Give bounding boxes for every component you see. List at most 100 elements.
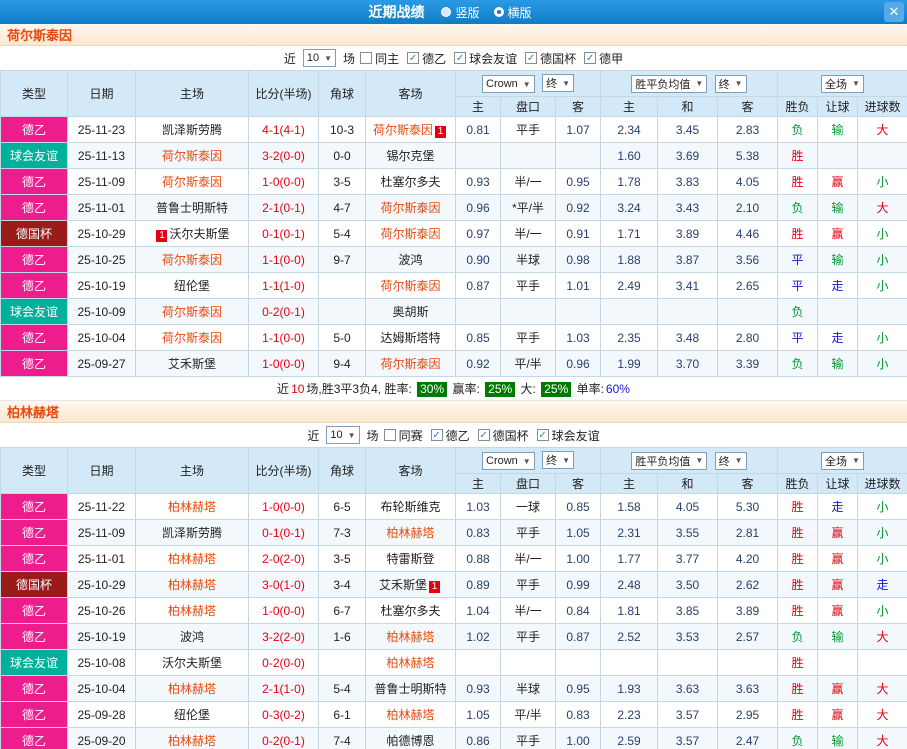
team-name[interactable]: 荷尔斯泰因 — [380, 201, 440, 215]
away-team[interactable]: 帕德博恩 — [365, 727, 456, 749]
team-name[interactable]: 荷尔斯泰因 — [162, 331, 222, 345]
home-team[interactable]: 普鲁士明斯特 — [135, 194, 249, 221]
home-team[interactable]: 荷尔斯泰因 — [135, 324, 249, 351]
home-team[interactable]: 凯泽斯劳腾 — [135, 519, 249, 546]
away-team[interactable]: 柏林赫塔 — [365, 519, 456, 546]
away-team[interactable]: 荷尔斯泰因 1 — [365, 116, 456, 143]
away-team[interactable]: 荷尔斯泰因 — [365, 194, 456, 221]
team-name[interactable]: 荷尔斯泰因 — [373, 123, 433, 137]
team-name[interactable]: 柏林赫塔 — [386, 526, 434, 540]
checkbox-checked-icon[interactable]: ✓ — [584, 52, 597, 64]
team-name[interactable]: 纽伦堡 — [174, 708, 210, 722]
team-name[interactable]: 杜塞尔多夫 — [380, 604, 440, 618]
away-team[interactable]: 荷尔斯泰因 — [365, 350, 456, 377]
team-name[interactable]: 特雷斯登 — [386, 552, 434, 566]
away-team[interactable]: 锡尔克堡 — [365, 142, 456, 169]
home-team[interactable]: 波鸿 — [135, 623, 249, 650]
filter-checkbox[interactable]: ✓ 德乙 — [430, 427, 470, 444]
team-name[interactable]: 布轮斯维克 — [380, 500, 440, 514]
checkbox-checked-icon[interactable]: ✓ — [536, 429, 549, 441]
filter-checkbox[interactable]: ✓ 德甲 — [584, 50, 623, 67]
filter-checkbox[interactable]: ✓ 德乙 — [407, 50, 446, 67]
away-team[interactable]: 荷尔斯泰因 — [365, 272, 456, 299]
scope-select[interactable]: 全场 ▼ — [821, 451, 864, 470]
filter-checkbox[interactable]: ✓ 德国杯 — [525, 50, 576, 67]
odds-stage-select[interactable]: 终 ▼ — [542, 74, 574, 92]
away-team[interactable]: 布轮斯维克 — [365, 493, 456, 520]
team-name[interactable]: 普鲁士明斯特 — [374, 682, 446, 696]
team-name[interactable]: 柏林赫塔 — [168, 578, 216, 592]
avg-odds-select[interactable]: 胜平负均值 ▼ — [631, 74, 708, 93]
checkbox-unchecked-icon[interactable] — [360, 52, 373, 64]
home-team[interactable]: 纽伦堡 — [135, 272, 249, 299]
home-team[interactable]: 1 沃尔夫斯堡 — [135, 220, 249, 247]
checkbox-unchecked-icon[interactable] — [383, 429, 396, 441]
odds-stage-select[interactable]: 终 ▼ — [542, 451, 574, 469]
team-name[interactable]: 奥胡斯 — [392, 305, 428, 319]
team-name[interactable]: 沃尔夫斯堡 — [169, 227, 229, 241]
away-team[interactable]: 达姆斯塔特 — [365, 324, 456, 351]
away-team[interactable]: 杜塞尔多夫 — [365, 597, 456, 624]
team-name[interactable]: 荷尔斯泰因 — [162, 253, 222, 267]
team-name[interactable]: 荷尔斯泰因 — [380, 279, 440, 293]
home-team[interactable]: 柏林赫塔 — [135, 727, 249, 749]
checkbox-checked-icon[interactable]: ✓ — [477, 429, 490, 441]
scope-select[interactable]: 全场 ▼ — [821, 74, 864, 93]
radio-icon[interactable] — [493, 7, 504, 17]
filter-checkbox[interactable]: ✓ 德国杯 — [477, 427, 529, 444]
checkbox-checked-icon[interactable]: ✓ — [525, 52, 538, 64]
filter-checkbox[interactable]: ✓ 球会友谊 — [454, 50, 517, 67]
home-team[interactable]: 柏林赫塔 — [135, 545, 249, 572]
home-team[interactable]: 柏林赫塔 — [135, 675, 249, 702]
team-name[interactable]: 杜塞尔多夫 — [380, 175, 440, 189]
match-count-select[interactable]: 10 ▼ — [302, 49, 337, 67]
away-team[interactable]: 普鲁士明斯特 — [365, 675, 456, 702]
team-name[interactable]: 柏林赫塔 — [386, 708, 434, 722]
home-team[interactable]: 沃尔夫斯堡 — [135, 649, 249, 676]
team-name[interactable]: 波鸿 — [180, 630, 204, 644]
layout-radio-vertical[interactable]: 竖版 — [441, 4, 480, 21]
match-count-select[interactable]: 10 ▼ — [326, 426, 360, 444]
team-name[interactable]: 沃尔夫斯堡 — [162, 656, 222, 670]
team-name[interactable]: 柏林赫塔 — [386, 656, 434, 670]
home-team[interactable]: 荷尔斯泰因 — [135, 298, 249, 325]
team-name[interactable]: 荷尔斯泰因 — [162, 149, 222, 163]
team-name[interactable]: 荷尔斯泰因 — [380, 357, 440, 371]
bookmaker-select[interactable]: Crown ▼ — [482, 452, 535, 470]
away-team[interactable]: 柏林赫塔 — [365, 623, 456, 650]
team-name[interactable]: 柏林赫塔 — [168, 500, 216, 514]
team-name[interactable]: 艾禾斯堡 — [379, 578, 427, 592]
away-team[interactable]: 柏林赫塔 — [365, 701, 456, 728]
team-name[interactable]: 艾禾斯堡 — [168, 357, 216, 371]
home-team[interactable]: 柏林赫塔 — [135, 493, 249, 520]
filter-checkbox[interactable]: 同赛 — [383, 427, 423, 444]
team-name[interactable]: 波鸿 — [398, 253, 422, 267]
home-team[interactable]: 荷尔斯泰因 — [135, 142, 249, 169]
avg-odds-select[interactable]: 胜平负均值 ▼ — [631, 451, 708, 470]
away-team[interactable]: 艾禾斯堡 1 — [365, 571, 456, 598]
team-name[interactable]: 荷尔斯泰因 — [162, 175, 222, 189]
away-team[interactable]: 波鸿 — [365, 246, 456, 273]
team-name[interactable]: 普鲁士明斯特 — [156, 201, 228, 215]
close-icon[interactable]: ✕ — [884, 2, 904, 22]
team-name[interactable]: 纽伦堡 — [174, 279, 210, 293]
checkbox-checked-icon[interactable]: ✓ — [430, 429, 443, 441]
avg-stage-select[interactable]: 终 ▼ — [714, 451, 747, 470]
team-name[interactable]: 柏林赫塔 — [168, 552, 216, 566]
team-name[interactable]: 荷尔斯泰因 — [380, 227, 440, 241]
team-name[interactable]: 柏林赫塔 — [168, 604, 216, 618]
away-team[interactable]: 奥胡斯 — [365, 298, 456, 325]
home-team[interactable]: 荷尔斯泰因 — [135, 246, 249, 273]
filter-checkbox[interactable]: ✓ 球会友谊 — [536, 427, 600, 444]
away-team[interactable]: 柏林赫塔 — [365, 649, 456, 676]
avg-stage-select[interactable]: 终 ▼ — [714, 74, 747, 93]
home-team[interactable]: 柏林赫塔 — [135, 597, 249, 624]
home-team[interactable]: 纽伦堡 — [135, 701, 249, 728]
team-name[interactable]: 达姆斯塔特 — [380, 331, 440, 345]
filter-checkbox[interactable]: 同主 — [360, 50, 399, 67]
home-team[interactable]: 艾禾斯堡 — [135, 350, 249, 377]
team-name[interactable]: 凯泽斯劳腾 — [162, 123, 222, 137]
home-team[interactable]: 荷尔斯泰因 — [135, 168, 249, 195]
team-name[interactable]: 锡尔克堡 — [386, 149, 434, 163]
away-team[interactable]: 杜塞尔多夫 — [365, 168, 456, 195]
